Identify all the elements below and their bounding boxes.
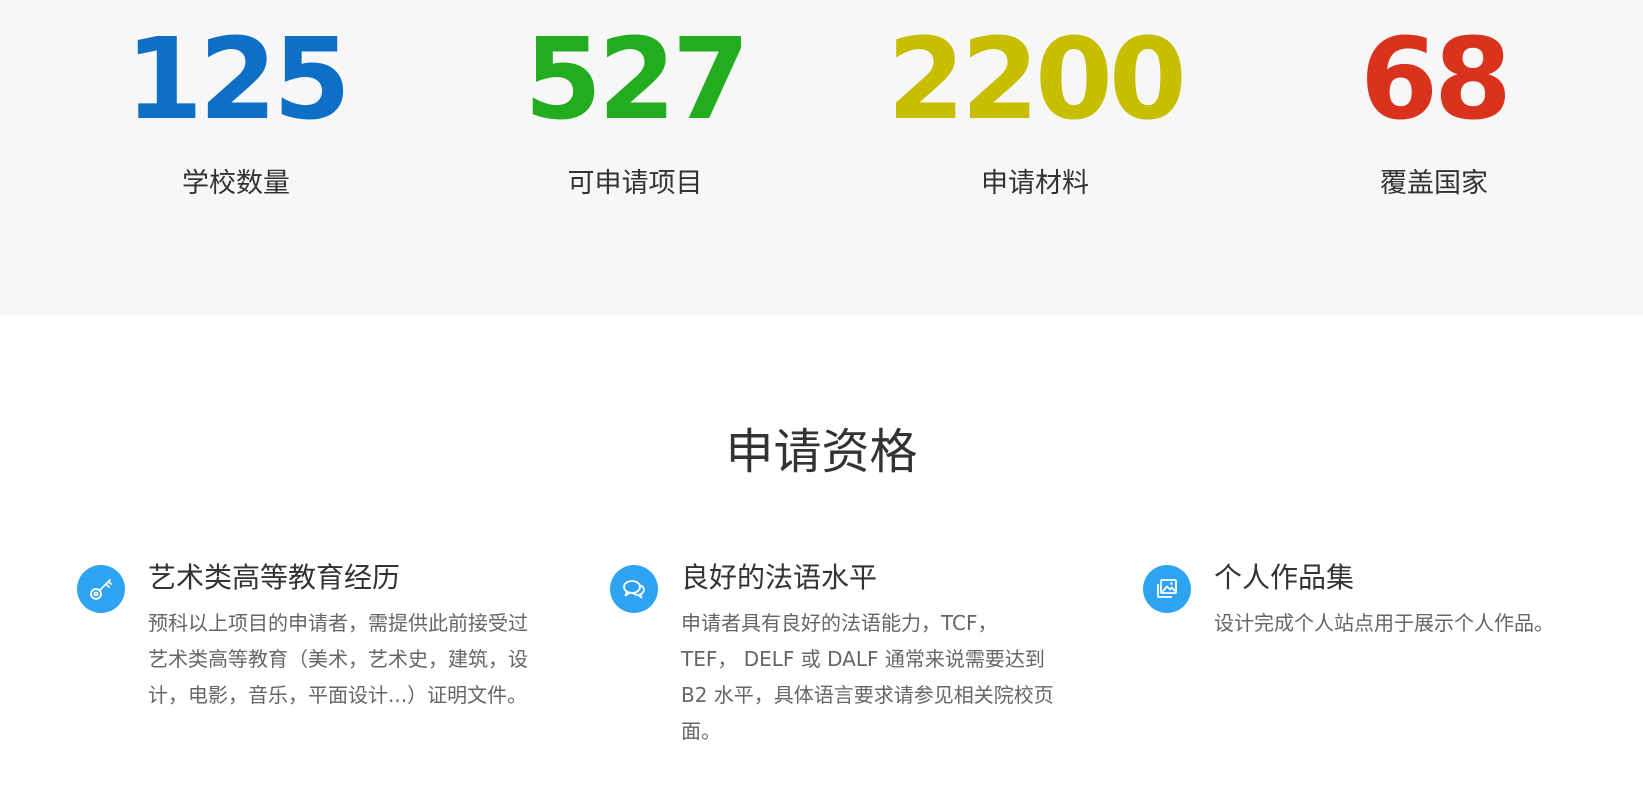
stat-label: 申请材料 xyxy=(981,168,1089,199)
stat-number: 2200 xyxy=(887,15,1187,145)
chat-bubbles-icon xyxy=(610,565,658,613)
feature-title: 艺术类高等教育经历 xyxy=(148,561,401,594)
stat-label: 可申请项目 xyxy=(567,168,703,199)
feature-title: 良好的法语水平 xyxy=(681,561,878,594)
image-gallery-icon xyxy=(1143,565,1191,613)
feature-description: 预科以上项目的申请者，需提供此前接受过艺术类高等教育（美术，艺术史，建筑，设计，… xyxy=(148,611,528,707)
stat-label: 学校数量 xyxy=(182,168,290,199)
stat-number: 68 xyxy=(1360,15,1512,145)
feature-body: 良好的法语水平 申请者具有良好的法语能力，TCF， TEF， DELF 或 DA… xyxy=(681,560,1080,749)
stat-school-count: 125 学校数量 xyxy=(56,22,416,202)
feature-description: 设计完成个人站点用于展示个人作品。 xyxy=(1214,611,1554,635)
stat-program-count: 527 可申请项目 xyxy=(455,22,815,202)
stats-section: 125 学校数量 527 可申请项目 2200 申请材料 68 覆盖国家 xyxy=(0,0,1643,315)
stat-label: 覆盖国家 xyxy=(1380,168,1488,199)
key-icon xyxy=(77,565,125,613)
feature-body: 个人作品集 设计完成个人站点用于展示个人作品。 xyxy=(1214,560,1633,641)
section-title: 申请资格 xyxy=(725,424,918,480)
feature-body: 艺术类高等教育经历 预科以上项目的申请者，需提供此前接受过艺术类高等教育（美术，… xyxy=(148,560,537,713)
stat-country-count: 68 覆盖国家 xyxy=(1254,22,1614,202)
stat-material-count: 2200 申请材料 xyxy=(855,22,1215,202)
feature-description: 申请者具有良好的法语能力，TCF， TEF， DELF 或 DALF 通常来说需… xyxy=(681,611,1054,743)
stat-number: 527 xyxy=(524,15,750,145)
stat-number: 125 xyxy=(125,15,351,145)
feature-title: 个人作品集 xyxy=(1214,561,1355,594)
